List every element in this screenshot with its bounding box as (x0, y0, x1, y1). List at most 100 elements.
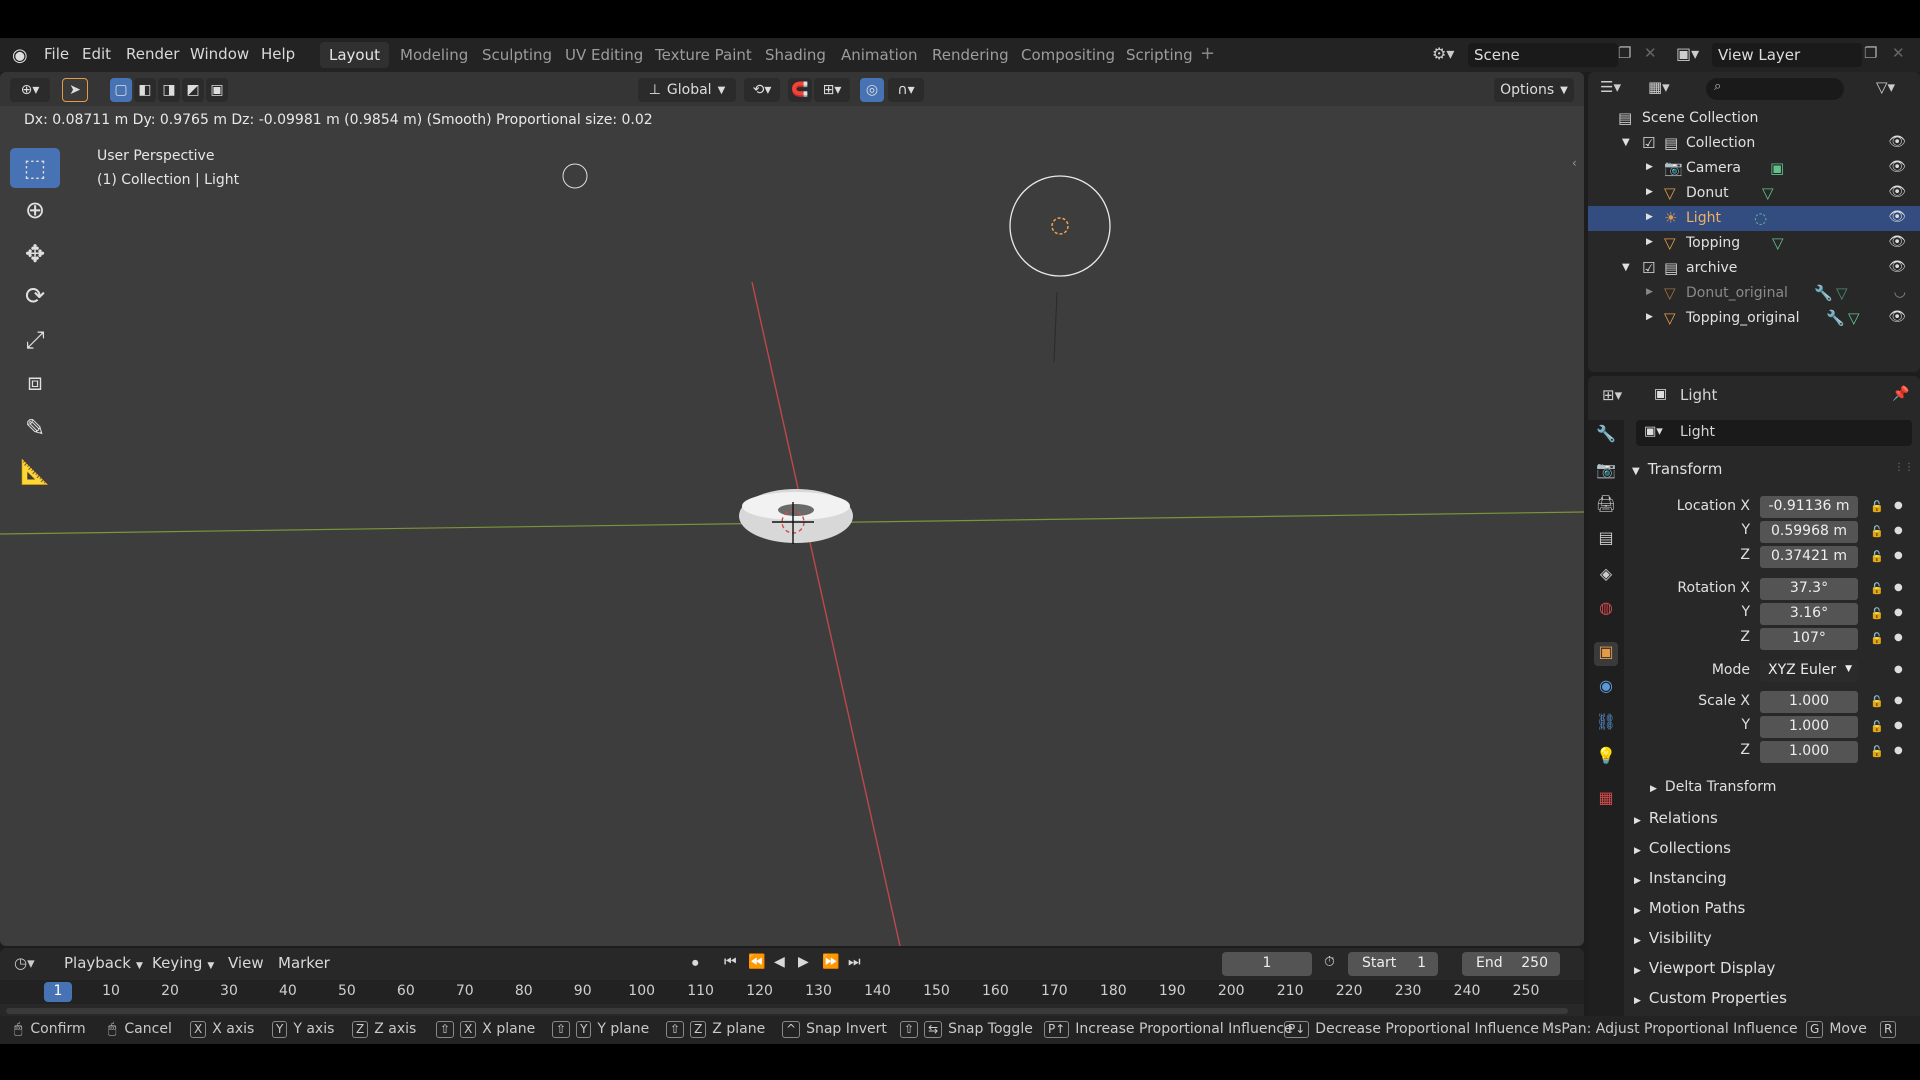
tab-animation[interactable]: Animation (832, 42, 926, 68)
play-icon[interactable]: ▶ (798, 954, 809, 970)
tool-scale[interactable]: ⤢ (10, 320, 60, 360)
view-layer-field[interactable]: View Layer (1712, 43, 1862, 67)
scale-y-field[interactable]: 1.000 (1760, 716, 1858, 738)
lock-icon[interactable]: 🔓 (1870, 695, 1884, 708)
select-mode-icon[interactable]: ➤ (62, 78, 88, 102)
menu-edit[interactable]: Edit (82, 45, 111, 63)
relations-panel[interactable]: ▶ Relations (1634, 809, 1718, 827)
motion-paths-panel[interactable]: ▶ Motion Paths (1634, 899, 1745, 917)
location-y-field[interactable]: 0.59968 m (1760, 521, 1858, 543)
blender-logo-icon[interactable]: ◉ (12, 45, 28, 66)
sidebar-toggle-icon[interactable]: ‹ (1572, 156, 1577, 170)
editor-type-icon[interactable]: ⊕▾ (10, 78, 50, 102)
proportional-edit-icon[interactable]: ◎ (860, 78, 884, 102)
end-frame-field[interactable]: End 250 (1462, 952, 1560, 976)
keyframe-dot-icon[interactable]: ● (1894, 695, 1903, 706)
expand-arrow-icon[interactable]: ▶ (1646, 162, 1653, 172)
lock-icon[interactable]: 🔓 (1870, 582, 1884, 595)
checkbox-icon[interactable]: ☑ (1642, 134, 1655, 152)
pivot-point-icon[interactable]: ⟲▾ (744, 78, 780, 102)
expand-arrow-icon[interactable]: ▼ (1622, 262, 1630, 273)
marker-menu[interactable]: Marker (278, 954, 330, 972)
keyframe-dot-icon[interactable]: ● (1894, 745, 1903, 756)
tab-sculpting[interactable]: Sculpting (473, 42, 561, 68)
view-layer-tab-icon[interactable]: ▤ (1594, 528, 1618, 552)
snap-toggle-icon[interactable]: 🧲 (788, 78, 812, 102)
expand-arrow-icon[interactable]: ▶ (1646, 312, 1653, 322)
lock-icon[interactable]: 🔓 (1870, 720, 1884, 733)
jump-start-icon[interactable]: ⏮ (724, 954, 737, 970)
lock-icon[interactable]: 🔓 (1870, 745, 1884, 758)
outliner-item-light[interactable]: ▶ ☀ Light ◌ 👁 (1588, 206, 1920, 231)
constraints-tab-icon[interactable]: ⛓ (1594, 712, 1618, 736)
world-tab-icon[interactable]: ◍ (1594, 598, 1618, 622)
tab-uv-editing[interactable]: UV Editing (556, 42, 652, 68)
editor-type-icon[interactable]: ◷▾ (14, 954, 35, 972)
prev-keyframe-icon[interactable]: ⏪ (748, 954, 765, 970)
render-tab-icon[interactable]: 📷 (1594, 460, 1618, 484)
drag-handle-icon[interactable]: ⋮⋮ (1894, 462, 1914, 473)
add-workspace-icon[interactable]: + (1200, 43, 1215, 64)
eye-icon[interactable]: 👁 (1888, 134, 1906, 150)
output-tab-icon[interactable]: 🖨 (1594, 494, 1618, 518)
scene-tab-icon[interactable]: ◈ (1594, 564, 1618, 588)
rotation-z-field[interactable]: 107° (1760, 628, 1858, 650)
object-tab-icon[interactable]: ▣ (1594, 642, 1618, 666)
outliner-search-field[interactable]: ⌕ (1706, 78, 1844, 100)
tab-texture-paint[interactable]: Texture Paint (646, 42, 761, 68)
view-layer-browse-icon[interactable]: ▣▾ (1676, 44, 1699, 63)
tool-move[interactable]: ✥ (10, 234, 60, 274)
expand-arrow-icon[interactable]: ▶ (1646, 212, 1653, 222)
mesh-data-icon[interactable]: ▽ (1772, 234, 1784, 252)
lock-icon[interactable]: 🔓 (1870, 632, 1884, 645)
eye-icon[interactable]: 👁 (1888, 259, 1906, 275)
view-menu[interactable]: View (228, 954, 264, 972)
editor-type-icon[interactable]: ⊞▾ (1602, 386, 1622, 404)
current-frame-field[interactable]: 1 (1222, 952, 1312, 976)
location-x-field[interactable]: -0.91136 m (1760, 496, 1858, 518)
rotation-y-field[interactable]: 3.16° (1760, 603, 1858, 625)
options-dropdown[interactable]: Options ▼ (1494, 78, 1574, 102)
object-data-tab-icon[interactable]: 💡 (1594, 746, 1618, 770)
tool-transform[interactable]: ⧈ (10, 362, 60, 402)
3d-viewport[interactable]: ⊕▾ ➤ ▢ ◧ ◨ ◩ ▣ ⊥ Global ▼ ⟲▾ 🧲 ⊞▾ ◎ ∩▾ O… (0, 72, 1584, 946)
keying-menu[interactable]: Keying ▼ (152, 954, 214, 972)
keyframe-dot-icon[interactable]: ● (1894, 500, 1903, 511)
rotation-mode-dropdown[interactable]: XYZ Euler ▼ (1760, 660, 1858, 682)
eye-icon[interactable]: 👁 (1888, 309, 1906, 325)
outliner-item-donut-original[interactable]: ▶ ▽ Donut_original 🔧 ▽ ◡ (1588, 281, 1920, 306)
next-keyframe-icon[interactable]: ⏩ (822, 954, 839, 970)
eye-icon[interactable]: 👁 (1888, 184, 1906, 200)
transform-orientation-dropdown[interactable]: ⊥ Global ▼ (638, 78, 736, 102)
outliner-item-collection[interactable]: ▼ ☑ ▤ Collection 👁 (1588, 131, 1920, 156)
instancing-panel[interactable]: ▶ Instancing (1634, 869, 1727, 887)
menu-render[interactable]: Render (126, 45, 179, 63)
delta-transform-panel[interactable]: ▶ Delta Transform (1650, 779, 1776, 795)
keyframe-dot-icon[interactable]: ● (1894, 632, 1903, 643)
tab-scripting[interactable]: Scripting (1117, 42, 1202, 68)
rotation-x-field[interactable]: 37.3° (1760, 578, 1858, 600)
snap-target-icon[interactable]: ⊞▾ (814, 78, 850, 102)
visibility-panel[interactable]: ▶ Visibility (1634, 929, 1712, 947)
scale-z-field[interactable]: 1.000 (1760, 741, 1858, 763)
delete-scene-icon[interactable]: ✕ (1644, 44, 1657, 62)
delete-view-layer-icon[interactable]: ✕ (1892, 44, 1905, 62)
scene-browse-icon[interactable]: ⚙▾ (1432, 44, 1454, 63)
tool-select-box[interactable]: ⬚ (10, 148, 60, 188)
keyframe-dot-icon[interactable]: ● (1894, 550, 1903, 561)
lock-icon[interactable]: 🔓 (1870, 525, 1884, 538)
texture-tab-icon[interactable]: ▦ (1594, 788, 1618, 812)
select-box-intersect-icon[interactable]: ▣ (206, 78, 228, 102)
editor-type-icon[interactable]: ☰▾ (1600, 78, 1621, 96)
menu-window[interactable]: Window (190, 45, 249, 63)
expand-arrow-icon[interactable]: ▶ (1646, 187, 1653, 197)
lock-icon[interactable]: 🔓 (1870, 607, 1884, 620)
select-box-extend-icon[interactable]: ◧ (134, 78, 156, 102)
tool-tab-icon[interactable]: 🔧 (1594, 424, 1618, 448)
new-view-layer-icon[interactable]: ❐ (1864, 44, 1877, 62)
tool-measure[interactable]: 📐 (10, 452, 60, 492)
lock-icon[interactable]: 🔓 (1870, 500, 1884, 513)
wrench-icon[interactable]: 🔧 (1826, 309, 1845, 327)
physics-tab-icon[interactable]: ◉ (1594, 676, 1618, 700)
outliner-item-archive[interactable]: ▼ ☑ ▤ archive 👁 (1588, 256, 1920, 281)
